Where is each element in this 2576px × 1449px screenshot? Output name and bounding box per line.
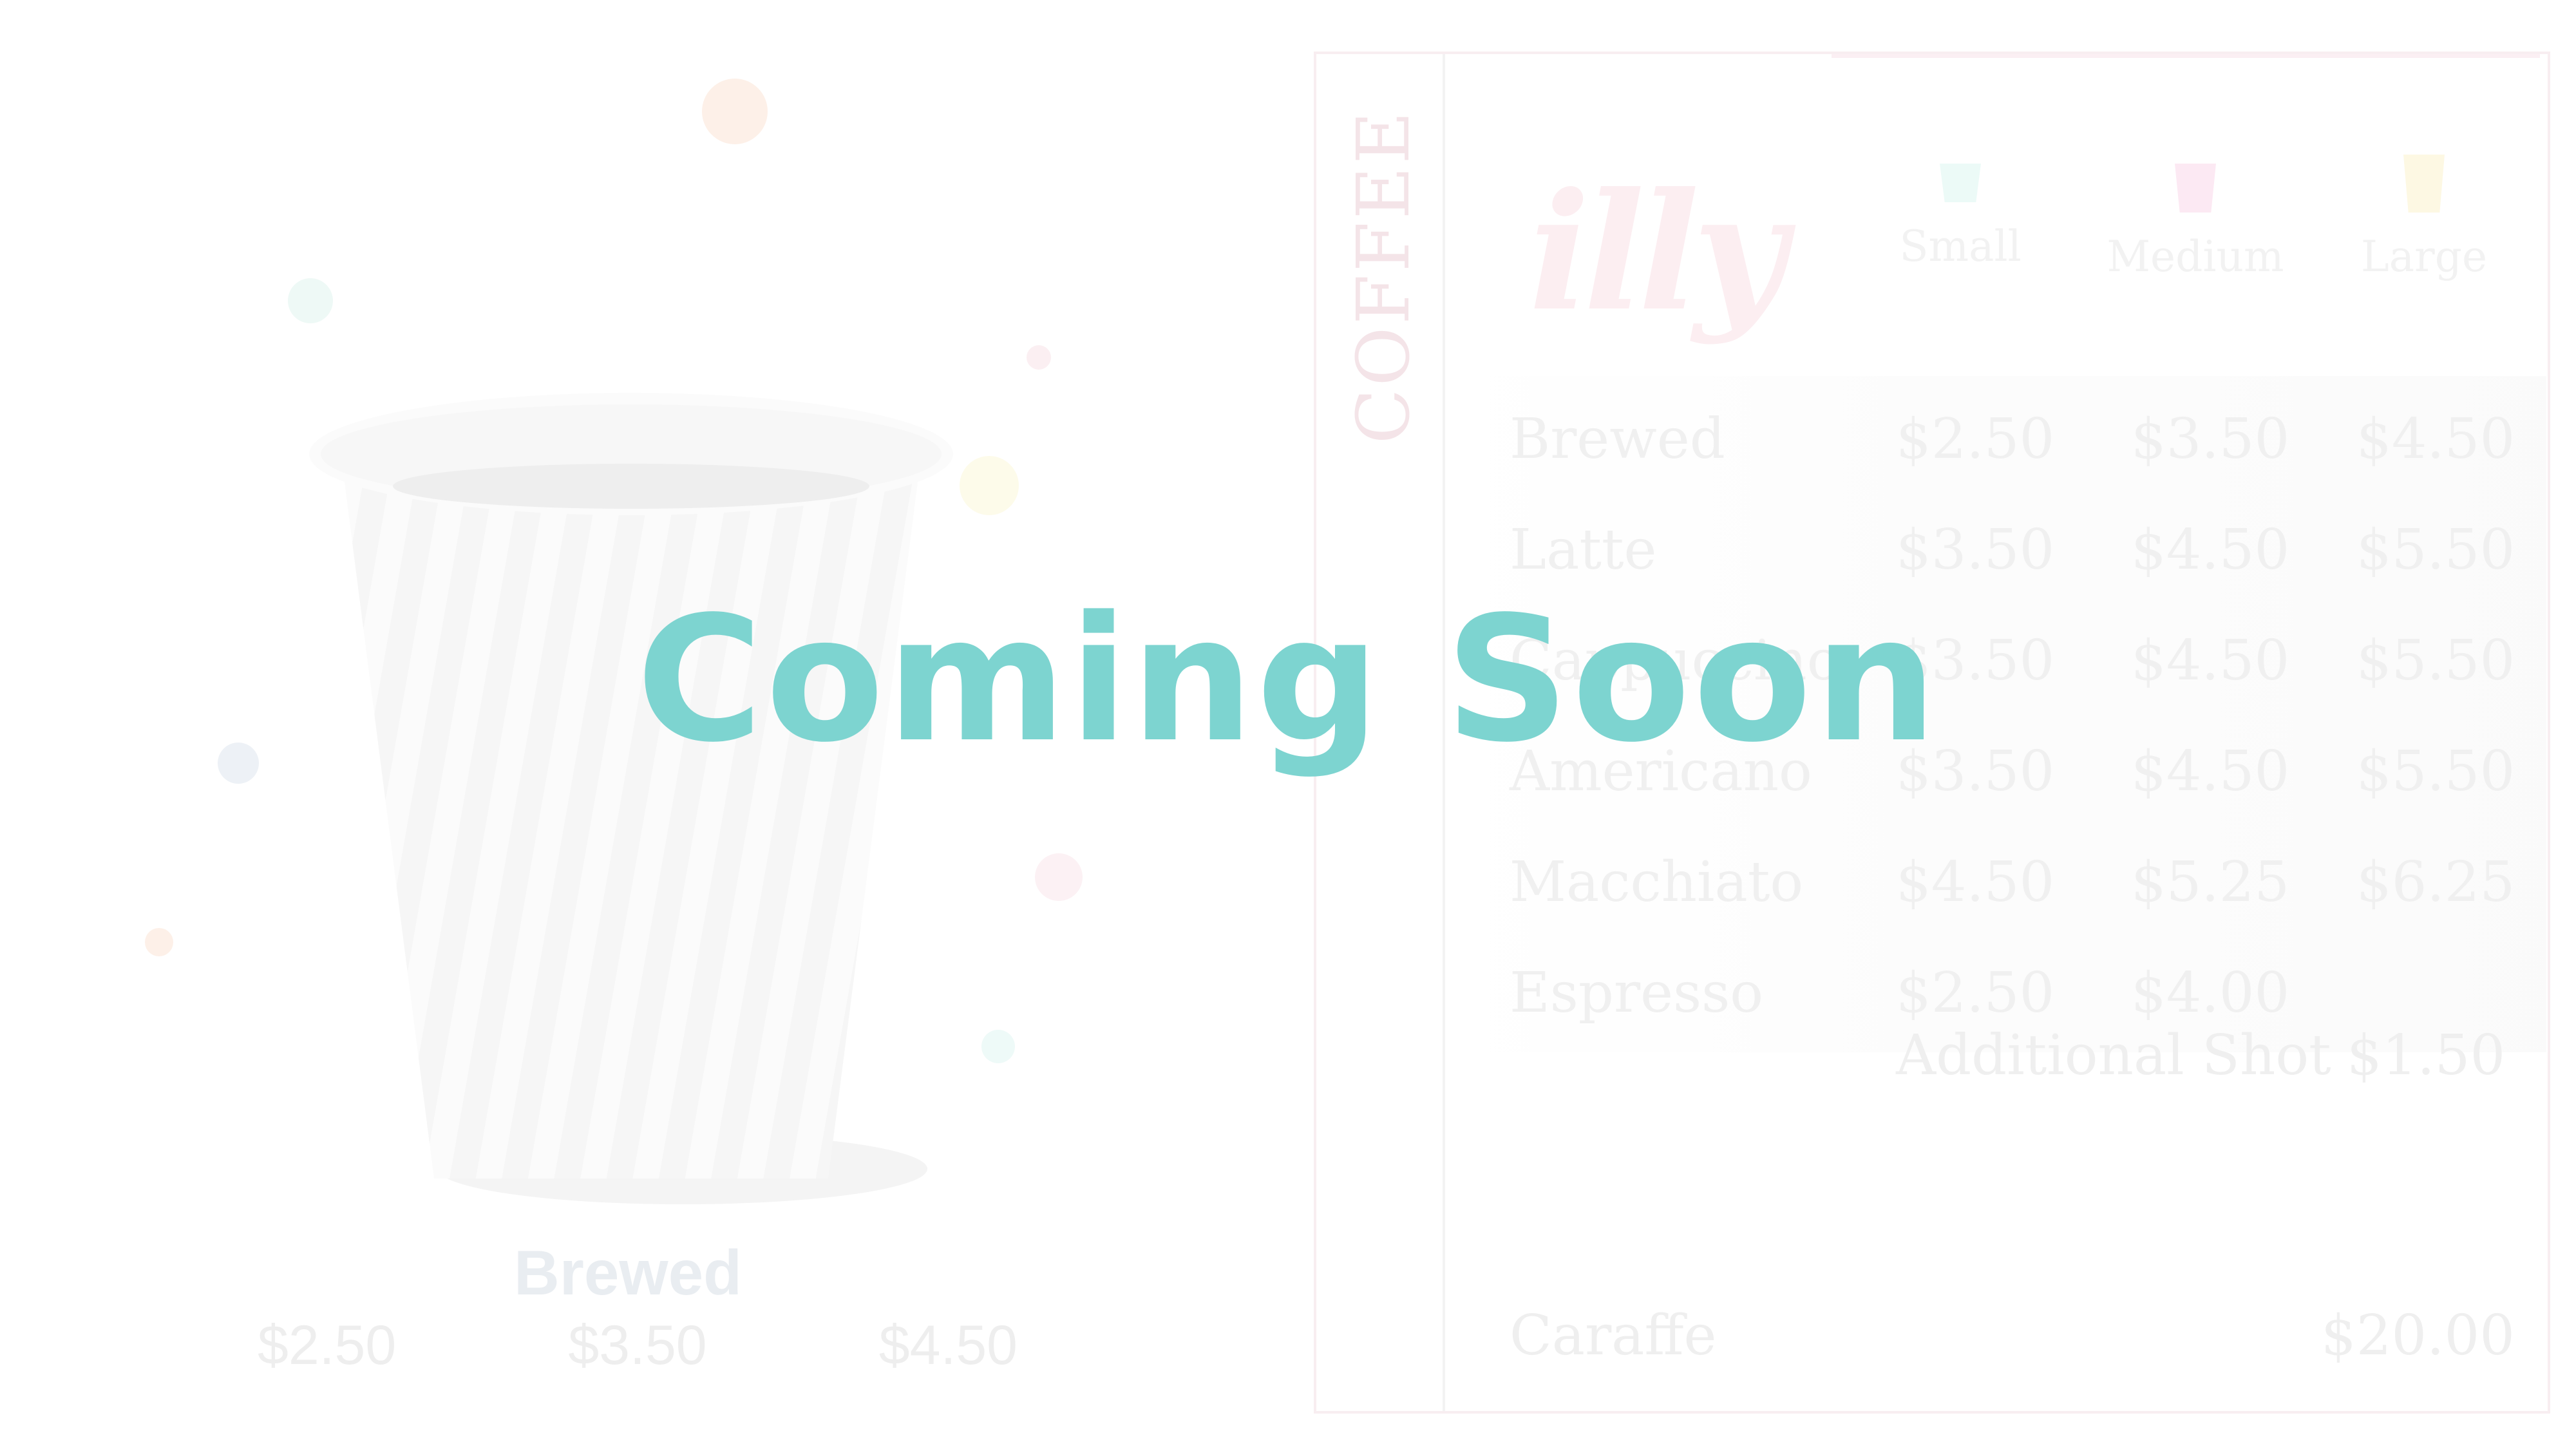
- caraffe-label: Caraffe: [1510, 1303, 1717, 1368]
- featured-cup-image: [283, 367, 992, 1230]
- menu-item-price-small: $2.50: [1896, 961, 2055, 1025]
- menu-item-name: Latte: [1510, 518, 1657, 582]
- size-label-medium: Medium: [2107, 232, 2284, 281]
- menu-item-price-small: $2.50: [1896, 407, 2055, 471]
- featured-prices: $2.50 $3.50 $4.50: [258, 1314, 1018, 1378]
- size-header-medium: Medium: [2092, 164, 2298, 281]
- additional-shot-price: $1.50: [2347, 1023, 2506, 1088]
- featured-price-medium: $3.50: [568, 1314, 707, 1376]
- menu-item-price-small: $3.50: [1896, 518, 2055, 582]
- size-label-small: Small: [1899, 222, 2022, 271]
- medium-cup-icon: [2175, 164, 2216, 213]
- brand-logo: illy: [1529, 157, 1786, 346]
- size-header-large: Large: [2321, 155, 2527, 281]
- menu-item-price-small: $4.50: [1896, 850, 2055, 914]
- size-header-small: Small: [1857, 164, 2063, 271]
- featured-price-small: $2.50: [258, 1314, 397, 1376]
- decorative-dot: [288, 278, 333, 323]
- menu-item-name: Brewed: [1510, 407, 1725, 471]
- coming-soon-headline: Coming Soon: [636, 580, 1940, 781]
- cup-coffee: [393, 464, 869, 509]
- menu-item-name: Espresso: [1510, 961, 1764, 1025]
- caraffe-price: $20.00: [2321, 1303, 2515, 1368]
- decorative-dot: [702, 79, 768, 144]
- cup-body: [341, 457, 921, 1179]
- size-label-large: Large: [2360, 232, 2488, 281]
- menu-item-price-medium: $3.50: [2131, 407, 2290, 471]
- menu-item-price-medium: $4.50: [2131, 518, 2290, 582]
- menu-item-name: Macchiato: [1510, 850, 1804, 914]
- small-cup-icon: [1940, 164, 1981, 202]
- menu-item-price-medium: $4.00: [2131, 961, 2290, 1025]
- menu-item-price-large: $6.25: [2356, 850, 2515, 914]
- menu-item-price-large: $4.50: [2356, 407, 2515, 471]
- featured-item-name: Brewed: [513, 1237, 742, 1308]
- large-cup-icon: [2403, 155, 2445, 213]
- decorative-dot: [1027, 345, 1051, 370]
- menu-row: Brewed $2.50 $3.50 $4.50: [1316, 389, 2548, 500]
- menu-row: Macchiato $4.50 $5.25 $6.25: [1316, 832, 2548, 943]
- menu-item-price-medium: $5.25: [2131, 850, 2290, 914]
- card-top-accent: [1832, 54, 2540, 58]
- decorative-dot: [1035, 853, 1083, 901]
- decorative-dot: [145, 928, 173, 956]
- menu-item-price-large: $5.50: [2356, 518, 2515, 582]
- featured-price-large: $4.50: [878, 1314, 1018, 1376]
- additional-shot-label: Additional Shot: [1896, 1023, 2331, 1088]
